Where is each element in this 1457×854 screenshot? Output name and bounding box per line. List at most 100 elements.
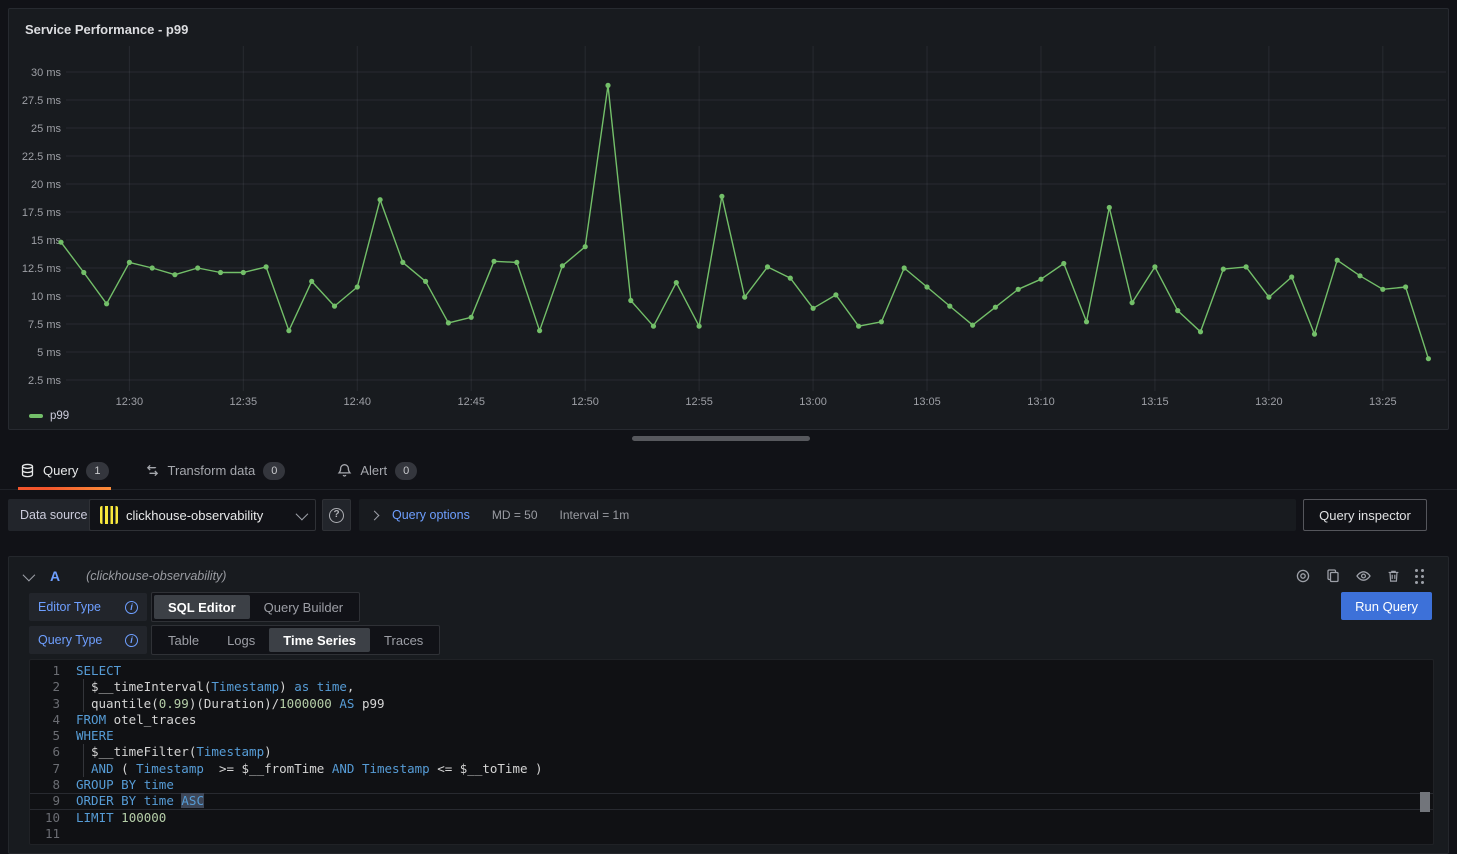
svg-text:12.5 ms: 12.5 ms [22,263,62,275]
question-circle-icon: ? [329,508,344,523]
code-line-2: 2$__timeInterval(Timestamp) as time, [30,679,1433,695]
svg-text:22.5 ms: 22.5 ms [22,151,62,163]
query-options-md: MD = 50 [492,508,538,522]
svg-text:13:25: 13:25 [1369,396,1397,408]
hide-response-button[interactable] [1355,568,1372,584]
query-options-bar: Query options MD = 50 Interval = 1m [359,499,1296,531]
record-circle-icon [1295,568,1311,584]
code-line-7: 7AND ( Timestamp >= $__fromTime AND Time… [30,761,1433,777]
database-icon [20,463,35,478]
transform-icon [145,463,160,478]
query-type-table[interactable]: Table [154,628,213,652]
editor-type-switch: SQL Editor Query Builder [151,592,360,622]
tab-alert[interactable]: Alert 0 [331,452,423,490]
svg-text:20 ms: 20 ms [31,179,61,191]
trash-icon [1386,568,1401,584]
query-ref-id[interactable]: A [50,568,60,584]
query-type-chip: Query Type i [29,626,147,654]
query-type-label: Query Type [38,633,102,647]
query-type-traces[interactable]: Traces [370,628,437,652]
editor-type-sql[interactable]: SQL Editor [154,595,250,619]
svg-text:13:10: 13:10 [1027,396,1055,408]
query-type-switch: Table Logs Time Series Traces [151,625,440,655]
svg-text:13:20: 13:20 [1255,396,1283,408]
collapse-chevron-icon[interactable] [23,568,36,581]
query-type-row: Query Type i Table Logs Time Series Trac… [29,625,440,655]
query-type-timeseries[interactable]: Time Series [269,628,370,652]
query-type-logs[interactable]: Logs [213,628,269,652]
code-line-9: 9ORDER BY time ASC [30,793,1433,809]
code-lines: 1SELECT2$__timeInterval(Timestamp) as ti… [30,663,1433,842]
timeseries-chart: 2.5 ms 5 ms 7.5 ms 10 ms 12.5 ms 15 ms 17.5 ms… [9,9,1450,409]
drag-handle-icon[interactable] [1415,569,1424,584]
tab-transform-badge: 0 [263,462,285,480]
clickhouse-logo-icon [100,506,118,524]
overview-ruler-selection-marker [1420,792,1430,812]
svg-text:2.5 ms: 2.5 ms [28,375,62,387]
legend-label: p99 [50,410,69,422]
query-editor-card: A (clickhouse-observability) [8,556,1449,854]
timeseries-panel: Service Performance - p99 2.5 ms5 ms7.5 … [8,8,1449,430]
copy-icon [1325,568,1341,584]
tab-transform-data[interactable]: Transform data 0 [139,452,292,490]
query-options-interval: Interval = 1m [560,508,630,522]
svg-text:12:55: 12:55 [685,396,713,408]
tab-transform-label: Transform data [168,463,256,478]
code-line-1: 1SELECT [30,663,1433,679]
run-query-button[interactable]: Run Query [1341,592,1432,620]
code-line-4: 4FROM otel_traces [30,712,1433,728]
svg-text:13:15: 13:15 [1141,396,1169,408]
editor-type-builder[interactable]: Query Builder [250,595,357,619]
info-circle-icon[interactable]: i [125,634,138,647]
editor-type-row: Editor Type i SQL Editor Query Builder [29,592,360,622]
tab-query-badge: 1 [86,462,108,480]
code-line-5: 5WHERE [30,728,1433,744]
svg-text:25 ms: 25 ms [31,123,61,135]
svg-text:15 ms: 15 ms [31,235,61,247]
chevron-right-icon[interactable] [370,510,380,520]
svg-text:30 ms: 30 ms [31,67,61,79]
query-datasource-hint: (clickhouse-observability) [86,569,226,583]
disable-query-button[interactable] [1295,568,1311,584]
info-circle-icon[interactable]: i [125,601,138,614]
svg-text:5 ms: 5 ms [37,347,61,359]
svg-text:13:05: 13:05 [913,396,941,408]
datasource-value: clickhouse-observability [126,508,288,523]
bell-icon [337,463,352,478]
chevron-down-icon [296,507,309,520]
editor-type-chip: Editor Type i [29,593,147,621]
sql-code-editor[interactable]: 1SELECT2$__timeInterval(Timestamp) as ti… [29,659,1434,845]
editor-tabs: Query 1 Transform data 0 Alert 0 [0,452,1457,490]
eye-icon [1355,568,1372,584]
tab-alert-badge: 0 [395,462,417,480]
datasource-row: Data source clickhouse-observability ? Q… [0,499,1457,531]
horizontal-scrollbar-handle[interactable] [632,436,810,441]
legend-series-color [29,414,43,418]
remove-query-button[interactable] [1386,568,1401,584]
code-line-8: 8GROUP BY time [30,777,1433,793]
code-line-10: 10LIMIT 100000 [30,810,1433,826]
svg-text:12:30: 12:30 [116,396,144,408]
code-line-11: 11 [30,826,1433,842]
datasource-help-button[interactable]: ? [322,499,351,531]
tab-alert-label: Alert [360,463,387,478]
query-options-toggle[interactable]: Query options [392,508,470,522]
tab-query[interactable]: Query 1 [14,452,115,490]
query-header: A (clickhouse-observability) [9,561,1448,591]
tab-query-label: Query [43,463,78,478]
grafana-panel-edit-view: Service Performance - p99 2.5 ms5 ms7.5 … [0,0,1457,854]
query-actions [1295,568,1424,584]
datasource-picker[interactable]: clickhouse-observability [89,499,316,531]
svg-text:13:00: 13:00 [799,396,827,408]
svg-text:27.5 ms: 27.5 ms [22,95,62,107]
legend-item-p99[interactable]: p99 [29,410,69,422]
datasource-label: Data source [8,499,99,531]
query-inspector-button[interactable]: Query inspector [1303,499,1427,531]
svg-text:12:45: 12:45 [457,396,485,408]
svg-text:10 ms: 10 ms [31,291,61,303]
code-line-6: 6$__timeFilter(Timestamp) [30,744,1433,760]
svg-text:7.5 ms: 7.5 ms [28,319,62,331]
svg-text:17.5 ms: 17.5 ms [22,207,62,219]
svg-text:12:40: 12:40 [344,396,372,408]
duplicate-query-button[interactable] [1325,568,1341,584]
